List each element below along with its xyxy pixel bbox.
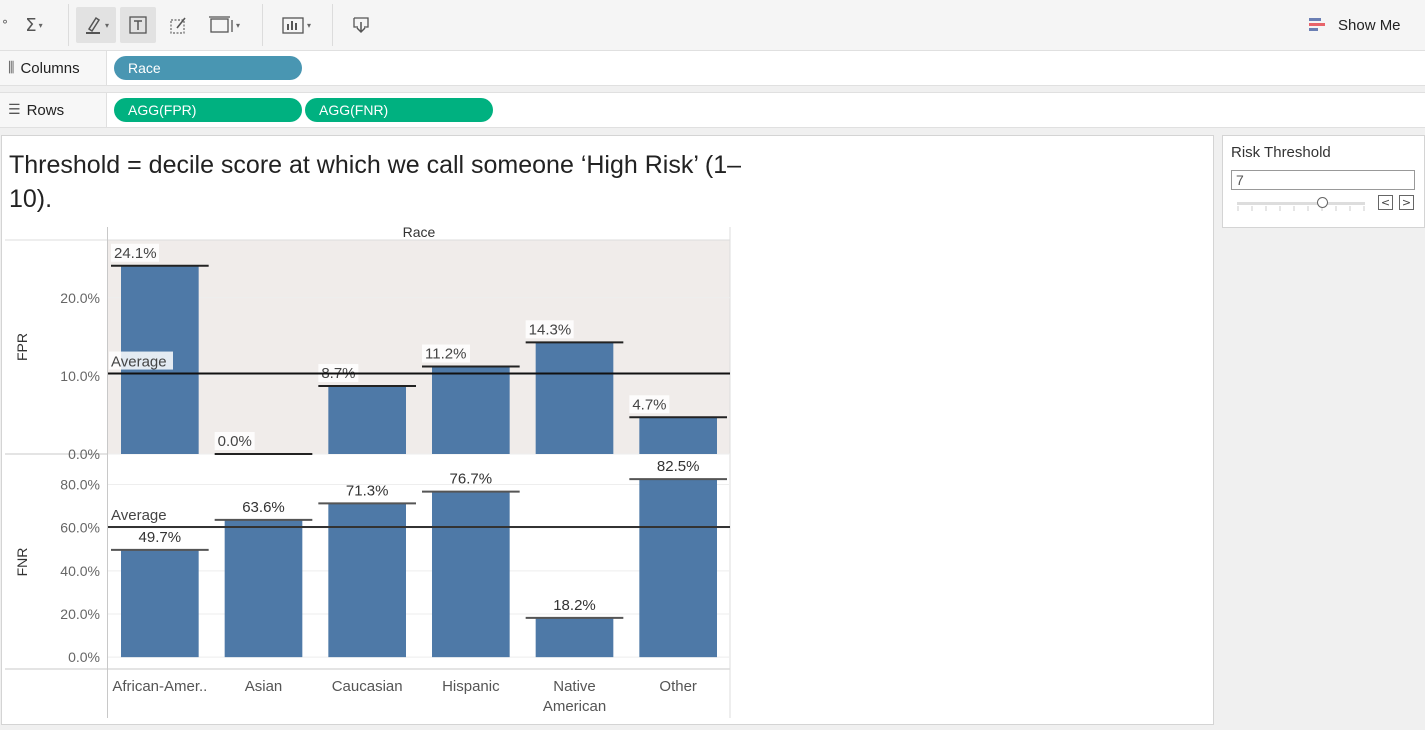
show-me-icon — [1309, 18, 1325, 31]
columns-label-text: Columns — [20, 59, 80, 77]
parameter-slider-thumb[interactable] — [1317, 197, 1328, 208]
chevron-right-icon: > — [1401, 196, 1412, 209]
caret-down-icon: ▾ — [235, 20, 240, 30]
decrement-button[interactable]: < — [1378, 195, 1393, 210]
annotate-button[interactable] — [162, 7, 196, 43]
toolbar: ° Σ ▾ ▾ ▾ ▾ Show Me — [0, 0, 1425, 51]
show-mark-labels-button[interactable] — [120, 7, 156, 43]
fit-frame-icon — [208, 16, 233, 33]
caret-down-icon: ▾ — [38, 20, 43, 30]
agg-fnr-pill[interactable]: AGG(FNR) — [305, 98, 493, 122]
download-button[interactable] — [344, 7, 378, 43]
sigma-totals-button[interactable]: Σ ▾ — [18, 7, 50, 43]
toolbar-separator — [262, 4, 263, 46]
fit-width-button[interactable]: ▾ — [202, 7, 246, 43]
bar-chart-icon — [282, 17, 304, 34]
toolbar-separator — [68, 4, 69, 46]
presentation-button[interactable]: ▾ — [272, 7, 320, 43]
sheet-title: Threshold = decile score at which we cal… — [9, 151, 742, 213]
columns-shelf-label: ⫼ Columns — [0, 51, 107, 85]
partial-icon: ° — [2, 18, 8, 32]
download-icon — [353, 17, 369, 34]
rows-shelf-label: ☰ Rows — [0, 93, 107, 127]
caret-down-icon: ▾ — [306, 20, 311, 30]
rows-label-text: Rows — [26, 101, 65, 119]
pen-box-icon — [170, 17, 186, 34]
agg-fpr-pill[interactable]: AGG(FPR) — [114, 98, 302, 122]
rows-icon: ☰ — [8, 102, 21, 118]
risk-threshold-parameter: Risk Threshold 7 < > — [1222, 135, 1425, 228]
worksheet — [1, 135, 1214, 725]
highlighter-icon — [85, 16, 101, 34]
parameter-value-input[interactable]: 7 — [1231, 170, 1415, 190]
columns-shelf[interactable]: ⫼ Columns Race — [0, 50, 1425, 86]
highlight-button[interactable]: ▾ — [76, 7, 116, 43]
chevron-left-icon: < — [1380, 196, 1391, 209]
increment-button[interactable]: > — [1399, 195, 1414, 210]
rows-shelf[interactable]: ☰ Rows AGG(FPR) AGG(FNR) — [0, 92, 1425, 128]
text-label-icon — [129, 16, 147, 34]
race-pill[interactable]: Race — [114, 56, 302, 80]
show-me-button[interactable]: Show Me — [1308, 12, 1401, 38]
sigma-icon: Σ — [25, 14, 37, 36]
slider-ticks — [1237, 206, 1365, 211]
show-me-label: Show Me — [1338, 16, 1401, 34]
caret-down-icon: ▾ — [104, 20, 109, 30]
toolbar-separator — [332, 4, 333, 46]
parameter-title: Risk Threshold — [1231, 144, 1331, 161]
parameter-slider-track[interactable] — [1237, 202, 1365, 205]
columns-icon: ⫼ — [8, 60, 15, 76]
